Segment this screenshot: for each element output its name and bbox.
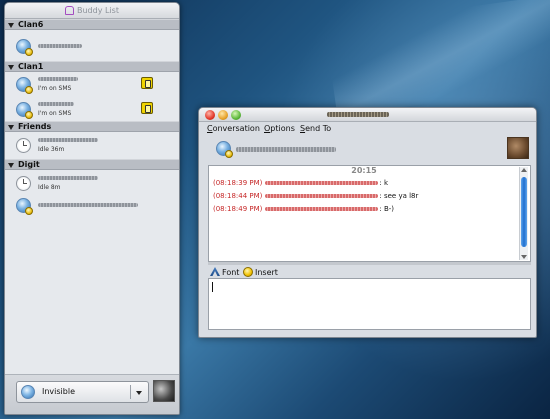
sms-phone-icon: [141, 77, 153, 89]
buddy-avatar-icon: [216, 141, 233, 158]
minimize-button[interactable]: [218, 110, 228, 120]
message-line: (08:18:39 PM) : k: [213, 179, 388, 190]
buddy-status-text: I'm on SMS: [38, 85, 72, 92]
buddy-list-title: Buddy List: [77, 6, 119, 15]
scroll-up-arrow-icon[interactable]: [521, 168, 527, 172]
buddy-name-redacted: [38, 77, 78, 81]
font-label: Font: [222, 268, 240, 277]
conversation-window: Conversation Options Send To 20:15 (08:1…: [198, 107, 537, 338]
buddy-row[interactable]: I'm on SMS: [5, 74, 179, 94]
buddy-list-titlebar[interactable]: Buddy List: [5, 3, 179, 19]
menu-options[interactable]: Options: [264, 124, 295, 133]
group-row-friends[interactable]: Friends: [5, 121, 179, 132]
pidgin-icon: [65, 6, 74, 15]
buddy-avatar-icon: [16, 77, 33, 94]
message-history[interactable]: 20:15 (08:18:39 PM) : k (08:18:44 PM) : se…: [208, 165, 531, 262]
buddy-name-redacted: [38, 102, 74, 106]
buddy-status-text: Idle 8m: [38, 184, 61, 191]
buddy-list-window: Buddy List Clan6 Clan1 I'm on SMS I'm on…: [4, 2, 180, 415]
menu-bar: Conversation Options Send To: [199, 122, 536, 135]
buddy-status-text: Idle 36m: [38, 146, 65, 153]
remote-buddy-icon[interactable]: [507, 137, 529, 159]
menu-conversation[interactable]: Conversation: [207, 124, 260, 133]
buddy-status-text: I'm on SMS: [38, 110, 72, 117]
group-row-clan1[interactable]: Clan1: [5, 61, 179, 72]
group-row-digit[interactable]: Digit: [5, 159, 179, 170]
buddy-list-status-bar: Invisible: [5, 374, 179, 414]
insert-label: Insert: [255, 268, 278, 277]
away-badge-icon: [225, 150, 233, 158]
buddy-name-redacted: [38, 203, 138, 207]
buddy-avatar-icon: [16, 102, 33, 119]
message-time: (08:18:39 PM): [213, 179, 263, 187]
buddy-row[interactable]: [5, 36, 179, 56]
chevron-down-icon[interactable]: [136, 391, 142, 395]
buddy-list-tree: Clan6 Clan1 I'm on SMS I'm on SMS Friend…: [5, 19, 179, 374]
group-name: Clan1: [18, 62, 44, 71]
idle-clock-icon: [16, 176, 31, 191]
group-name: Digit: [18, 160, 40, 169]
scroll-down-arrow-icon[interactable]: [521, 255, 527, 259]
away-badge-icon: [25, 86, 33, 94]
buddy-avatar-icon: [16, 198, 33, 215]
group-row-clan6[interactable]: Clan6: [5, 19, 179, 30]
maximize-button[interactable]: [231, 110, 241, 120]
away-badge-icon: [25, 48, 33, 56]
expander-triangle-icon[interactable]: [8, 23, 14, 28]
sender-name-redacted: [265, 207, 379, 211]
status-selector[interactable]: Invisible: [16, 381, 149, 403]
buddy-name-redacted: [38, 44, 82, 48]
scroll-thumb[interactable]: [521, 177, 527, 247]
history-scrollbar[interactable]: [519, 167, 528, 260]
status-label: Invisible: [42, 387, 75, 396]
group-name: Clan6: [18, 20, 44, 29]
expander-triangle-icon[interactable]: [8, 125, 14, 130]
message-time: (08:18:44 PM): [213, 192, 263, 200]
invisible-status-icon: [21, 385, 35, 399]
message-input-area[interactable]: [208, 278, 531, 330]
idle-clock-icon: [16, 138, 31, 153]
menu-send-to[interactable]: Send To: [300, 124, 331, 133]
window-title-redacted: [327, 112, 389, 117]
buddy-row[interactable]: Idle 36m: [5, 135, 179, 155]
message-line: (08:18:49 PM) : B-): [213, 205, 394, 216]
away-badge-icon: [25, 111, 33, 119]
message-input[interactable]: [209, 279, 530, 329]
buddy-name-redacted: [38, 138, 98, 142]
conversation-header: [199, 135, 536, 165]
expander-triangle-icon[interactable]: [8, 163, 14, 168]
sms-phone-icon: [141, 102, 153, 114]
message-line: (08:18:44 PM) : see ya l8r: [213, 192, 418, 203]
status-divider: [130, 385, 131, 399]
pane-splitter[interactable]: [208, 262, 531, 265]
buddy-name-redacted: [236, 147, 336, 152]
message-text: : B-): [379, 205, 395, 213]
close-button[interactable]: [205, 110, 215, 120]
conversation-titlebar[interactable]: [199, 108, 536, 122]
message-text: : k: [379, 179, 389, 187]
message-text: : see ya l8r: [379, 192, 419, 200]
buddy-name-redacted: [38, 176, 98, 180]
group-name: Friends: [18, 122, 52, 131]
font-icon: [210, 267, 220, 276]
message-time: (08:18:49 PM): [213, 205, 263, 213]
my-buddy-icon[interactable]: [153, 380, 175, 402]
buddy-row[interactable]: Idle 8m: [5, 173, 179, 193]
buddy-list-title-wrap: Buddy List: [65, 3, 119, 18]
away-badge-icon: [25, 207, 33, 215]
sender-name-redacted: [265, 194, 379, 198]
buddy-row[interactable]: I'm on SMS: [5, 99, 179, 119]
history-timestamp: 20:15: [351, 166, 377, 175]
expander-triangle-icon[interactable]: [8, 65, 14, 70]
font-button[interactable]: Font: [210, 267, 239, 277]
insert-button[interactable]: Insert: [243, 267, 278, 277]
text-caret: [212, 282, 213, 292]
buddy-row[interactable]: [5, 195, 179, 215]
buddy-avatar-icon: [16, 39, 33, 56]
smiley-icon: [243, 267, 253, 277]
sender-name-redacted: [265, 181, 379, 185]
